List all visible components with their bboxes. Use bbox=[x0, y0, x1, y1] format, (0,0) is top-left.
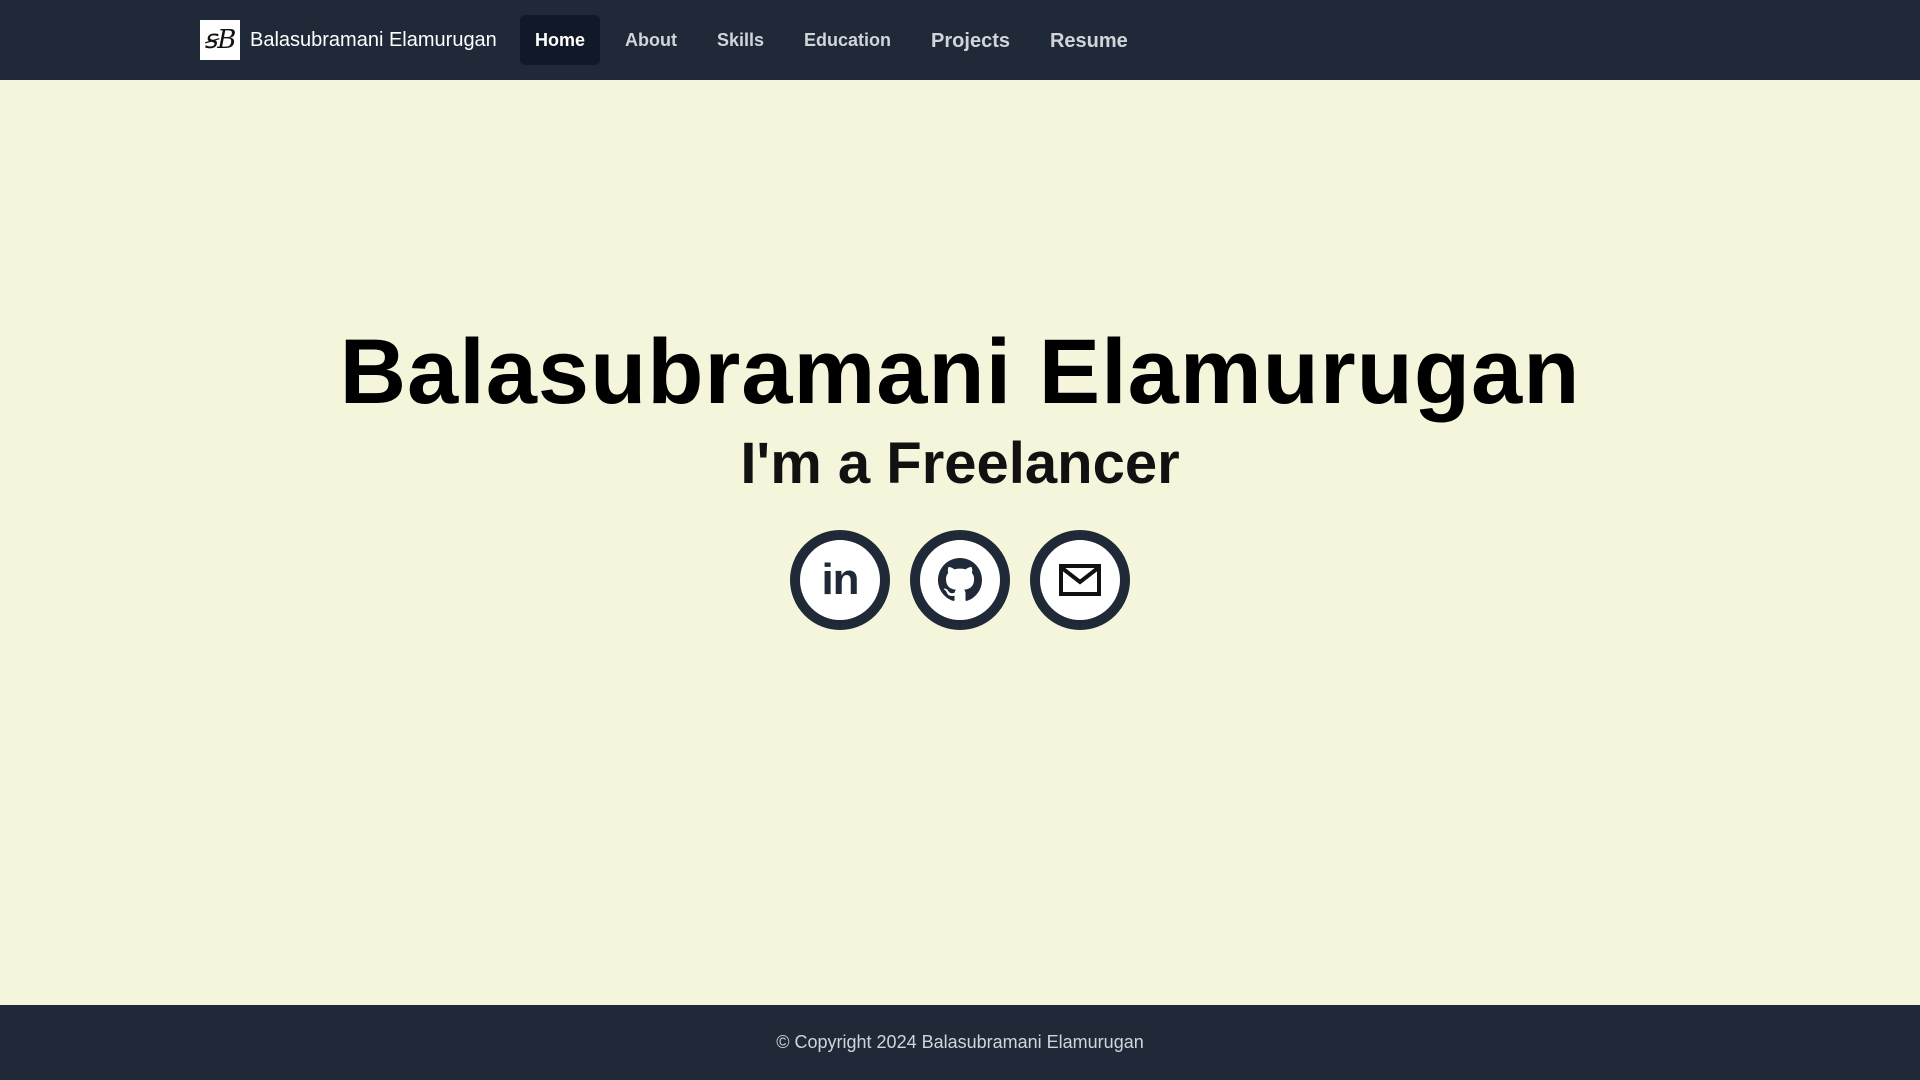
github-button[interactable] bbox=[910, 530, 1010, 630]
nav-item-skills[interactable]: Skills bbox=[702, 15, 779, 65]
github-icon bbox=[938, 558, 982, 601]
nav-links: Home About Skills Education Projects Res… bbox=[520, 15, 1153, 65]
footer-copyright: © Copyright 2024 Balasubramani Elamuruga… bbox=[776, 1032, 1144, 1052]
nav-item-resume[interactable]: Resume bbox=[1035, 15, 1143, 65]
linkedin-button[interactable]: in bbox=[790, 530, 890, 630]
brand-logo: ꞩB bbox=[200, 20, 240, 60]
hero-section: Balasubramani Elamurugan I'm a Freelance… bbox=[0, 80, 1920, 1005]
social-links: in bbox=[0, 530, 1920, 630]
mail-button[interactable] bbox=[1030, 530, 1130, 630]
nav-item-home[interactable]: Home bbox=[520, 15, 601, 65]
mail-icon bbox=[1059, 564, 1101, 596]
nav-item-about[interactable]: About bbox=[610, 15, 692, 65]
hero-tagline: I'm a Freelancer bbox=[740, 431, 1180, 496]
brand-link[interactable]: ꞩB Balasubramani Elamurugan bbox=[200, 20, 497, 60]
brand-name: Balasubramani Elamurugan bbox=[250, 28, 497, 51]
hero-name: Balasubramani Elamurugan bbox=[339, 321, 1581, 423]
footer: © Copyright 2024 Balasubramani Elamuruga… bbox=[0, 1005, 1920, 1080]
linkedin-icon: in bbox=[821, 555, 859, 604]
navbar: ꞩB Balasubramani Elamurugan Home About S… bbox=[0, 0, 1920, 80]
nav-item-education[interactable]: Education bbox=[789, 15, 906, 65]
nav-item-projects[interactable]: Projects bbox=[916, 15, 1025, 65]
